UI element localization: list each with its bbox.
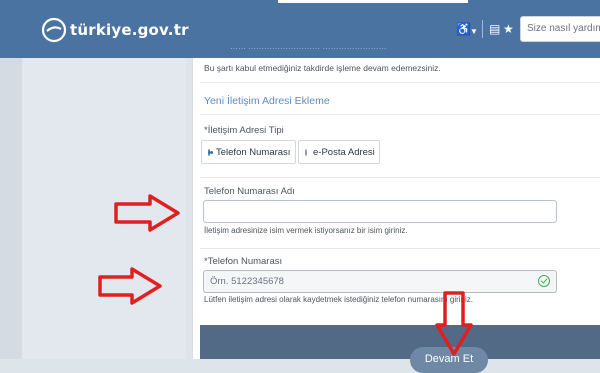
phone-number-input[interactable]: Örn. 5122345678 bbox=[203, 270, 557, 293]
chevron-down-icon[interactable]: ▼ bbox=[470, 25, 478, 39]
red-arrow-down-icon bbox=[435, 291, 473, 356]
red-arrow-right-icon bbox=[114, 194, 180, 232]
radio-checked-icon bbox=[208, 148, 213, 156]
clipped-text: …… ……………………… …………………… bbox=[230, 42, 387, 51]
radio-email-label: e-Posta Adresi bbox=[313, 146, 375, 158]
section-title: Yeni İletişim Adresi Ekleme bbox=[204, 95, 330, 107]
divider bbox=[200, 248, 600, 249]
divider bbox=[200, 114, 600, 115]
phone-name-helper: İletişim adresinize isim vermek istiyors… bbox=[204, 226, 408, 235]
radio-unchecked-icon bbox=[305, 148, 307, 156]
site-logo[interactable]: türkiye.gov.tr bbox=[40, 16, 189, 44]
phone-name-label: Telefon Numarası Adı bbox=[204, 186, 295, 197]
sidebar-edge bbox=[0, 58, 22, 359]
terms-note: Bu şartı kabul etmediğiniz takdirde işle… bbox=[204, 63, 441, 73]
red-arrow-right-icon bbox=[98, 267, 162, 305]
top-strip bbox=[278, 0, 468, 3]
logo-text: türkiye.gov.tr bbox=[70, 21, 189, 39]
radio-phone[interactable]: Telefon Numarası bbox=[201, 140, 296, 164]
radio-phone-label: Telefon Numarası bbox=[216, 146, 291, 158]
header-divider bbox=[482, 20, 483, 38]
phone-name-input[interactable] bbox=[203, 200, 557, 223]
id-card-icon[interactable]: ▤ bbox=[489, 22, 500, 36]
radio-email[interactable]: e-Posta Adresi bbox=[298, 140, 380, 164]
e-logo-icon bbox=[41, 17, 67, 43]
search-input[interactable]: Size nasıl yardım e bbox=[520, 16, 600, 42]
phone-number-value: Örn. 5122345678 bbox=[210, 276, 284, 287]
star-icon[interactable]: ★ bbox=[503, 22, 514, 36]
address-type-label: *İletişim Adresi Tipi bbox=[204, 125, 284, 136]
divider bbox=[200, 177, 600, 178]
divider bbox=[200, 82, 600, 83]
form-footer bbox=[200, 325, 600, 359]
phone-number-helper: Lütfen iletişim adresi olarak kaydetmek … bbox=[204, 295, 474, 304]
check-circle-icon bbox=[538, 275, 550, 287]
phone-number-label: *Telefon Numarası bbox=[204, 256, 283, 267]
accessibility-icon[interactable]: ♿ bbox=[456, 22, 471, 36]
